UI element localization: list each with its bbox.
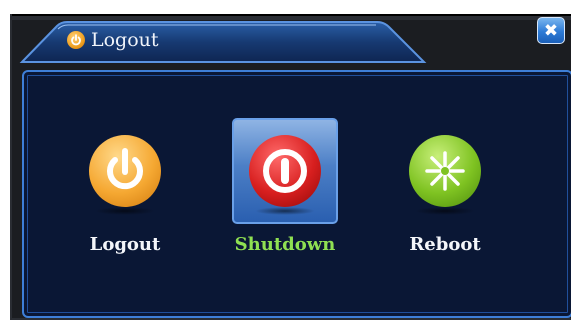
- dialog-title: Logout: [67, 28, 159, 52]
- shutdown-label: Shutdown: [234, 234, 336, 255]
- power-icon: [67, 31, 85, 49]
- reboot-icon-wrap: [392, 118, 498, 224]
- logout-dialog: Logout ✖ Logout Shutdown Reboot: [10, 14, 571, 320]
- icon-shadow: [255, 207, 315, 215]
- dialog-title-text: Logout: [91, 29, 159, 51]
- close-icon: ✖: [543, 20, 559, 41]
- power-icon: [89, 135, 161, 215]
- logout-icon-wrap: [72, 118, 178, 224]
- power-off-icon: [249, 135, 321, 215]
- shutdown-selection-box: [232, 118, 338, 224]
- reboot-option[interactable]: Reboot: [390, 118, 500, 268]
- icon-shadow: [95, 207, 155, 215]
- reboot-icon: [409, 135, 481, 215]
- logout-option[interactable]: Logout: [70, 118, 180, 268]
- icon-shadow: [415, 207, 475, 215]
- shutdown-option[interactable]: Shutdown: [230, 118, 340, 268]
- reboot-label: Reboot: [409, 234, 481, 255]
- logout-label: Logout: [89, 234, 161, 255]
- close-button[interactable]: ✖: [537, 17, 565, 44]
